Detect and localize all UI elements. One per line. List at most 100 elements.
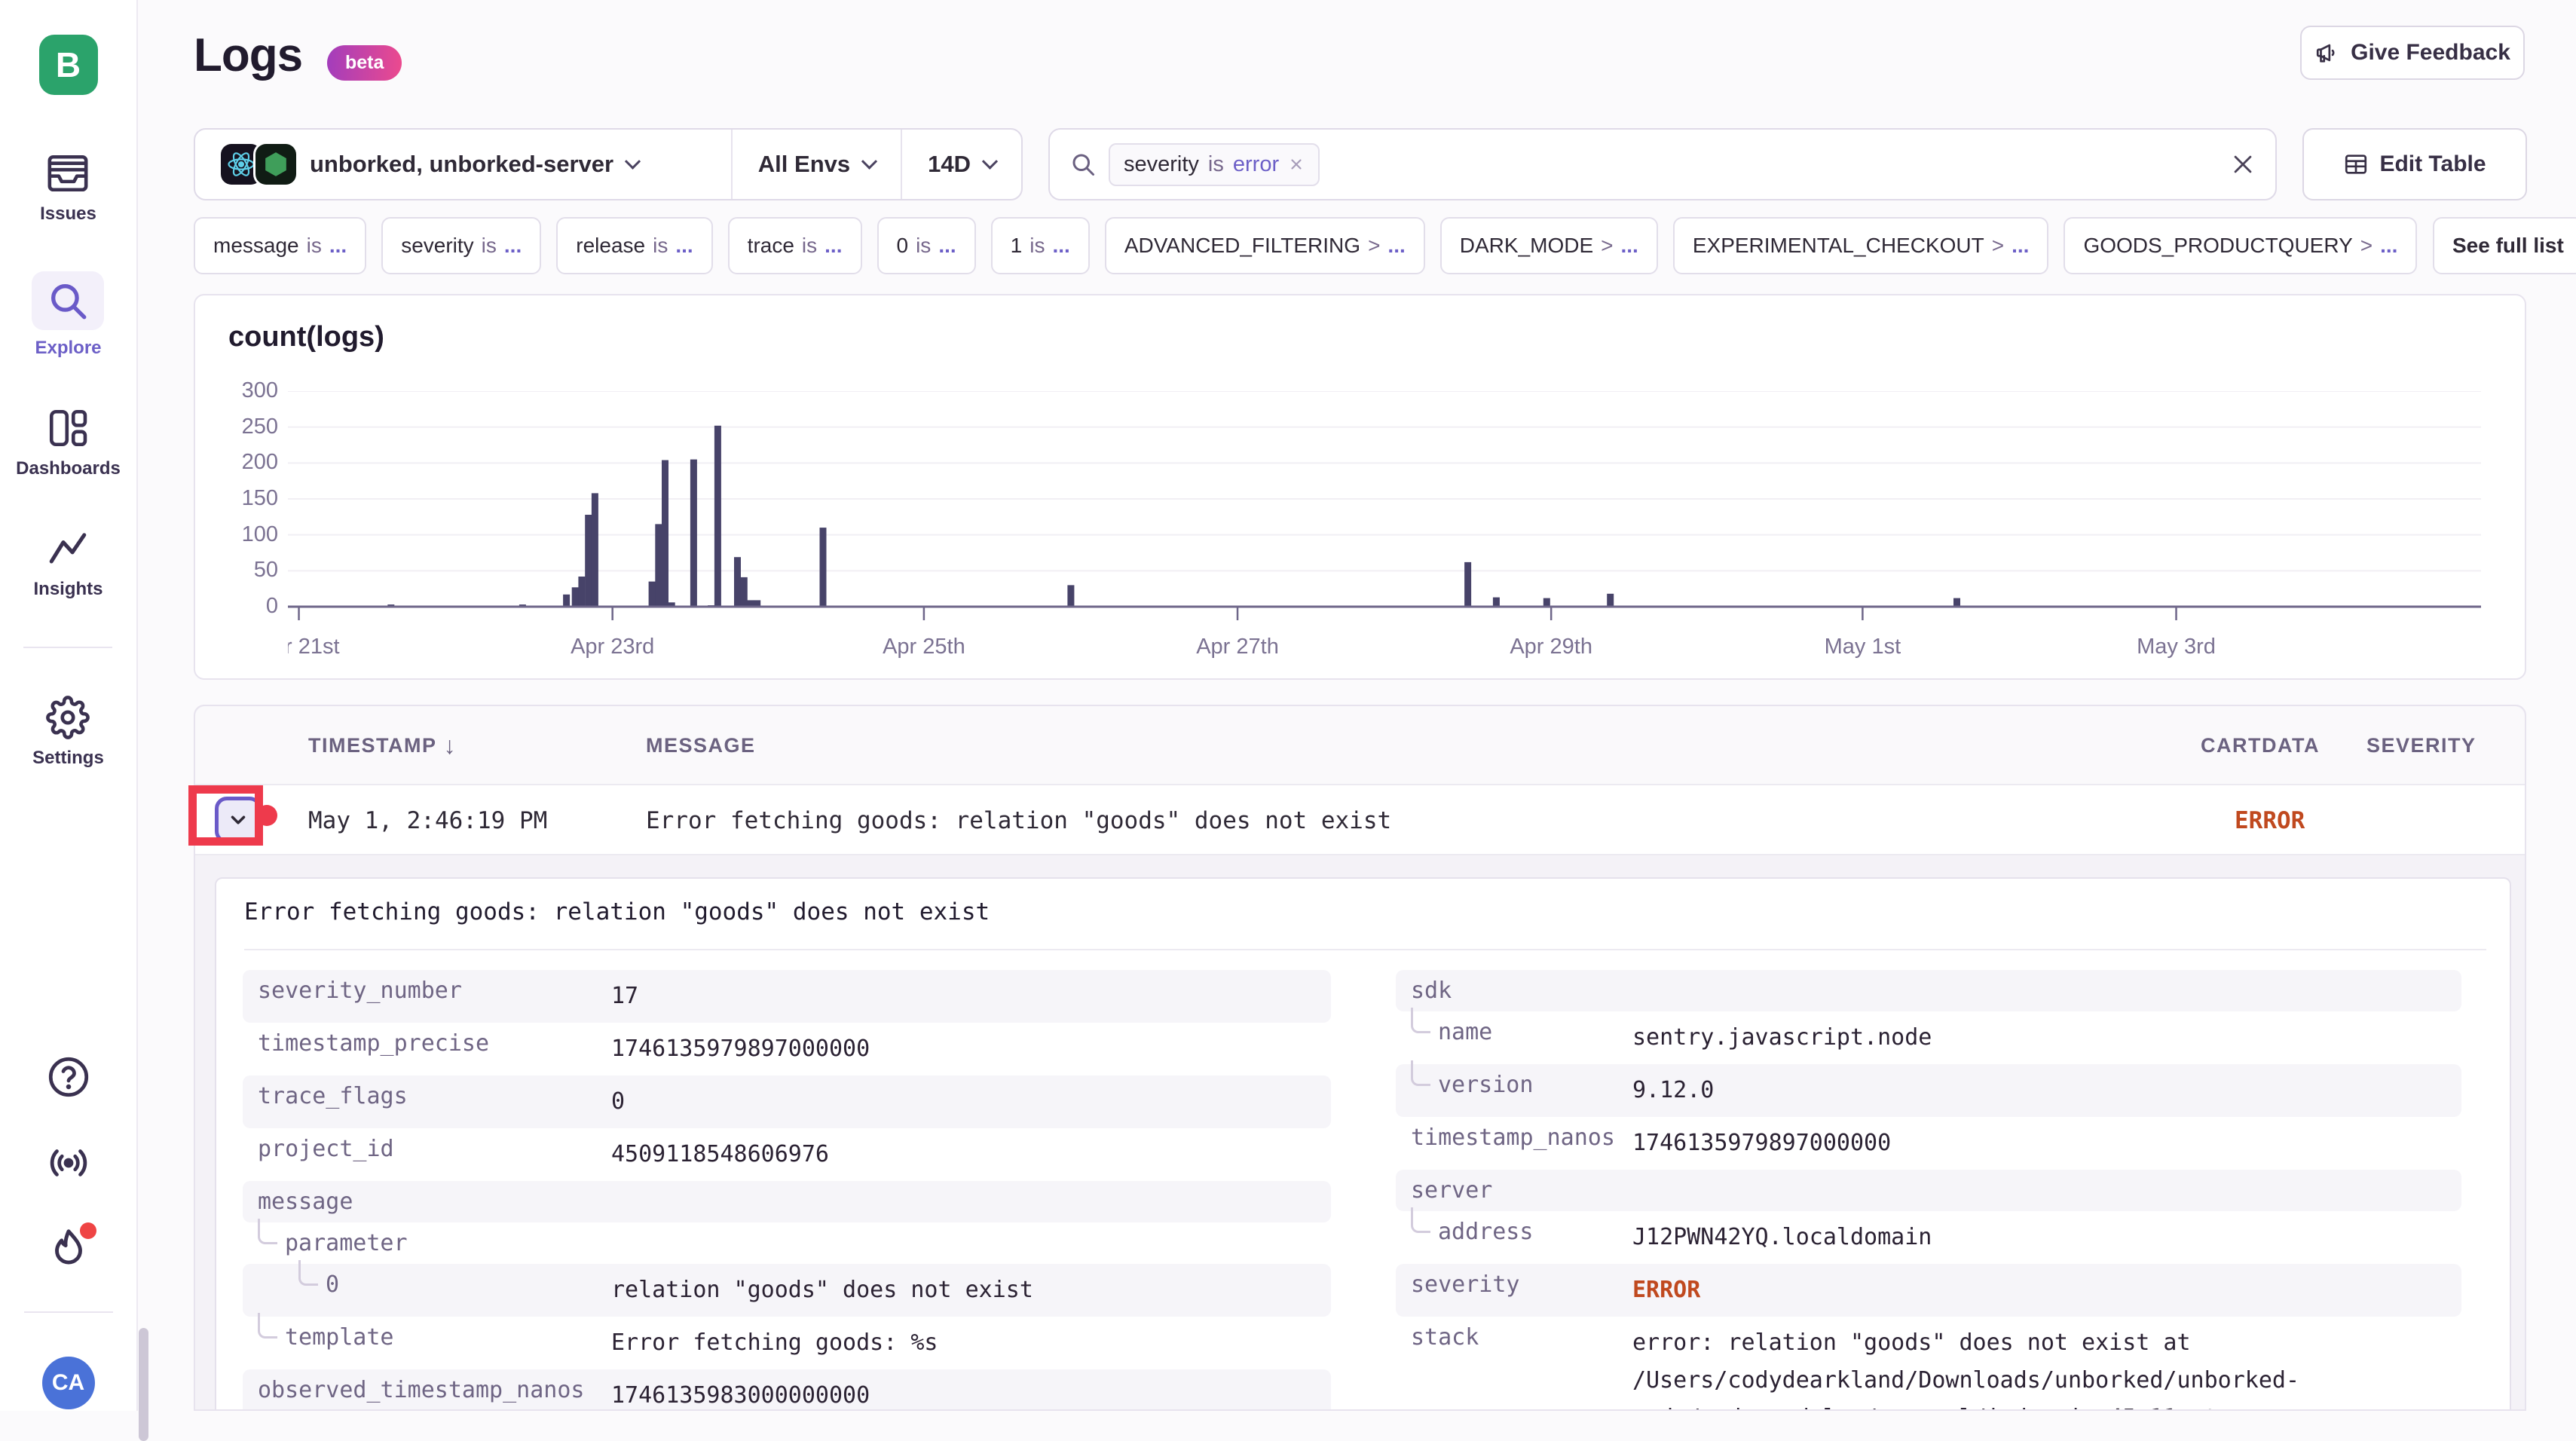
attribute-row: trace_flags 0 xyxy=(243,1075,1331,1128)
sidebar: B Issues Explore Dashboards Insights xyxy=(0,0,138,1411)
chip-ellipsis: ... xyxy=(2380,234,2397,258)
log-table-row[interactable]: May 1, 2:46:19 PM Error fetching goods: … xyxy=(195,785,2525,855)
sidebar-item-dashboards[interactable]: Dashboards xyxy=(16,405,121,479)
edit-table-button[interactable]: Edit Table xyxy=(2302,128,2527,200)
attribute-value: J12PWN42YQ.localdomain xyxy=(1632,1211,2356,1264)
attribute-key: 0 xyxy=(243,1264,611,1305)
give-feedback-button[interactable]: Give Feedback xyxy=(2300,26,2525,80)
attribute-row: severity ERROR xyxy=(1396,1264,2461,1317)
search-clear-icon[interactable] xyxy=(2230,151,2256,177)
token-remove-icon[interactable] xyxy=(1288,156,1305,173)
attribute-row: server xyxy=(1396,1170,2461,1211)
environment-selector[interactable]: All Envs xyxy=(731,130,901,199)
chart-bar xyxy=(1493,598,1500,607)
filter-chip[interactable]: EXPERIMENTAL_CHECKOUT > ... xyxy=(1673,217,2049,274)
broadcast-icon[interactable] xyxy=(45,1140,92,1186)
log-timestamp: May 1, 2:46:19 PM xyxy=(308,785,547,855)
attribute-value xyxy=(611,1181,1331,1196)
y-tick-label: 100 xyxy=(213,522,278,547)
chart-bar xyxy=(572,587,579,607)
y-tick-label: 150 xyxy=(213,486,278,511)
filter-chip[interactable]: 0 is ... xyxy=(877,217,976,274)
column-header-message[interactable]: MESSAGE xyxy=(646,706,756,785)
attribute-key: message xyxy=(243,1181,611,1222)
environment-selector-label: All Envs xyxy=(758,151,850,178)
chart-bar xyxy=(1464,562,1471,607)
x-tick-label: May 1st xyxy=(1825,635,1901,659)
chip-ellipsis: ... xyxy=(504,234,522,258)
table-icon xyxy=(2343,151,2369,177)
chip-operator: > xyxy=(1368,234,1380,258)
search-icon xyxy=(1069,151,1097,178)
column-label: TIMESTAMP xyxy=(308,734,437,757)
filter-chip[interactable]: ADVANCED_FILTERING > ... xyxy=(1105,217,1425,274)
page-filter-group: unborked, unborked-server All Envs 14D xyxy=(194,128,1023,200)
x-tick-label: Apr 27th xyxy=(1196,635,1279,659)
chip-operator: > xyxy=(2360,234,2373,258)
filter-chip[interactable]: DARK_MODE > ... xyxy=(1440,217,1658,274)
attribute-key: severity_number xyxy=(243,970,611,1011)
sidebar-item-settings[interactable]: Settings xyxy=(32,695,104,769)
tree-connector xyxy=(1411,1008,1430,1033)
scrollbar-thumb[interactable] xyxy=(139,1328,148,1441)
megaphone-icon xyxy=(2314,40,2340,66)
chip-operator: is xyxy=(482,234,497,258)
filter-chip[interactable]: message is ... xyxy=(194,217,366,274)
chip-key: 1 xyxy=(1011,234,1023,258)
see-full-list-chip[interactable]: See full list xyxy=(2433,217,2576,274)
chip-key: GOODS_PRODUCTQUERY xyxy=(2083,234,2352,258)
chip-key: severity xyxy=(401,234,473,258)
notification-dot xyxy=(80,1222,96,1239)
filter-chip[interactable]: severity is ... xyxy=(381,217,541,274)
sidebar-item-issues[interactable]: Issues xyxy=(40,151,96,225)
attribute-value: ERROR xyxy=(1632,1264,2356,1317)
filter-chip[interactable]: trace is ... xyxy=(728,217,862,274)
column-header-cartdata[interactable]: CARTDATA xyxy=(2201,706,2320,785)
sidebar-item-label: Insights xyxy=(33,579,102,600)
attribute-key-label: template xyxy=(285,1324,394,1351)
org-logo[interactable]: B xyxy=(39,35,98,95)
whats-new-flame-icon[interactable] xyxy=(45,1225,92,1272)
filter-chip[interactable]: release is ... xyxy=(556,217,712,274)
filter-chip[interactable]: 1 is ... xyxy=(991,217,1090,274)
sidebar-item-insights[interactable]: Insights xyxy=(33,526,102,600)
chip-operator: is xyxy=(307,234,322,258)
attribute-row: 0 relation "goods" does not exist xyxy=(243,1264,1331,1317)
chart-bar xyxy=(585,515,592,607)
y-tick-label: 300 xyxy=(213,378,278,403)
filter-chips-row: message is ... severity is ... release i… xyxy=(194,217,2576,274)
attribute-value: 0 xyxy=(611,1075,1331,1128)
project-selector-label: unborked, unborked-server xyxy=(310,151,613,178)
attribute-row: stack error: relation "goods" does not e… xyxy=(1396,1317,2461,1411)
attribute-key: trace_flags xyxy=(243,1075,611,1117)
table-header: TIMESTAMP ↓ MESSAGE CARTDATA SEVERITY xyxy=(195,706,2525,785)
help-icon[interactable] xyxy=(45,1054,92,1100)
node-project-icon xyxy=(255,144,296,185)
search-filter-token[interactable]: severity is error xyxy=(1109,143,1320,186)
attribute-key-label: message xyxy=(258,1189,353,1215)
date-range-selector[interactable]: 14D xyxy=(901,130,1021,199)
attribute-key: name xyxy=(1396,1011,1632,1053)
chevron-down-icon xyxy=(861,153,877,169)
attribute-value: relation "goods" does not exist xyxy=(611,1264,1331,1317)
project-selector[interactable]: unborked, unborked-server xyxy=(195,130,731,199)
attribute-key: observed_timestamp_nanos xyxy=(243,1369,611,1411)
search-input[interactable]: severity is error xyxy=(1048,128,2277,200)
attribute-key-label: server xyxy=(1411,1177,1492,1204)
sidebar-item-explore[interactable]: Explore xyxy=(32,271,104,359)
attribute-value: 1746135979897000000 xyxy=(1632,1117,2356,1170)
chart-bar xyxy=(1607,594,1614,607)
chip-key: 0 xyxy=(897,234,909,258)
chip-operator: is xyxy=(1029,234,1045,258)
attribute-key-label: timestamp_precise xyxy=(258,1030,489,1057)
avatar[interactable]: CA xyxy=(42,1357,95,1409)
column-header-severity[interactable]: SEVERITY xyxy=(2366,706,2477,785)
filter-chip[interactable]: GOODS_PRODUCTQUERY > ... xyxy=(2064,217,2417,274)
attribute-row: timestamp_precise 1746135979897000000 xyxy=(243,1023,1331,1075)
attribute-key-label: 0 xyxy=(326,1271,339,1298)
gear-icon xyxy=(45,695,90,740)
column-header-timestamp[interactable]: TIMESTAMP ↓ xyxy=(308,706,457,785)
chart-bar xyxy=(592,493,598,607)
attribute-row: observed_timestamp_nanos 174613598300000… xyxy=(243,1369,1331,1411)
attribute-value xyxy=(611,1222,1331,1238)
